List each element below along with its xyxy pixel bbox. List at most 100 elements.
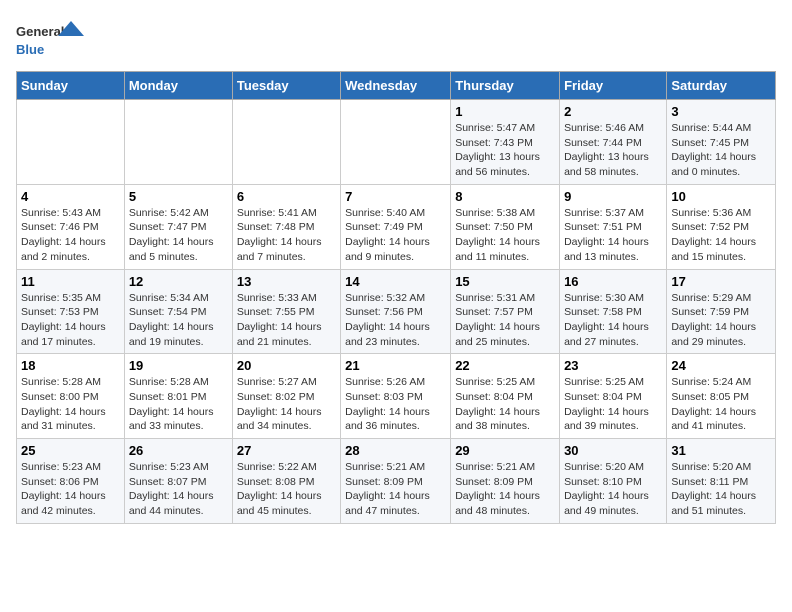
day-info: Sunrise: 5:43 AM Sunset: 7:46 PM Dayligh… bbox=[21, 206, 120, 265]
day-info: Sunrise: 5:20 AM Sunset: 8:10 PM Dayligh… bbox=[564, 460, 662, 519]
logo-svg: General Blue bbox=[16, 16, 86, 61]
day-header-tuesday: Tuesday bbox=[232, 72, 340, 100]
day-cell: 16 Sunrise: 5:30 AM Sunset: 7:58 PM Dayli… bbox=[560, 269, 667, 354]
header: General Blue bbox=[16, 16, 776, 61]
day-info: Sunrise: 5:23 AM Sunset: 8:07 PM Dayligh… bbox=[129, 460, 228, 519]
day-info: Sunrise: 5:32 AM Sunset: 7:56 PM Dayligh… bbox=[345, 291, 446, 350]
day-cell: 1 Sunrise: 5:47 AM Sunset: 7:43 PM Daylig… bbox=[451, 100, 560, 185]
day-number: 25 bbox=[21, 443, 120, 458]
day-number: 31 bbox=[671, 443, 771, 458]
day-info: Sunrise: 5:40 AM Sunset: 7:49 PM Dayligh… bbox=[345, 206, 446, 265]
day-info: Sunrise: 5:29 AM Sunset: 7:59 PM Dayligh… bbox=[671, 291, 771, 350]
week-row-4: 18Sunrise: 5:28 AM Sunset: 8:00 PM Dayli… bbox=[17, 354, 776, 439]
day-info: Sunrise: 5:20 AM Sunset: 8:11 PM Dayligh… bbox=[671, 460, 771, 519]
day-info: Sunrise: 5:22 AM Sunset: 8:08 PM Dayligh… bbox=[237, 460, 336, 519]
day-cell: 2 Sunrise: 5:46 AM Sunset: 7:44 PM Daylig… bbox=[560, 100, 667, 185]
calendar-table: SundayMondayTuesdayWednesdayThursdayFrid… bbox=[16, 71, 776, 524]
logo: General Blue bbox=[16, 16, 86, 61]
svg-text:Blue: Blue bbox=[16, 42, 44, 57]
day-cell: 5 Sunrise: 5:42 AM Sunset: 7:47 PM Daylig… bbox=[124, 184, 232, 269]
day-info: Sunrise: 5:31 AM Sunset: 7:57 PM Dayligh… bbox=[455, 291, 555, 350]
day-number: 1 bbox=[455, 104, 555, 119]
day-cell: 27Sunrise: 5:22 AM Sunset: 8:08 PM Dayli… bbox=[232, 439, 340, 524]
day-cell: 9Sunrise: 5:37 AM Sunset: 7:51 PM Daylig… bbox=[560, 184, 667, 269]
day-info: Sunrise: 5:37 AM Sunset: 7:51 PM Dayligh… bbox=[564, 206, 662, 265]
day-cell: 25 Sunrise: 5:23 AM Sunset: 8:06 PM Dayli… bbox=[17, 439, 125, 524]
day-info: Sunrise: 5:33 AM Sunset: 7:55 PM Dayligh… bbox=[237, 291, 336, 350]
day-info: Sunrise: 5:25 AM Sunset: 8:04 PM Dayligh… bbox=[564, 375, 662, 434]
day-number: 6 bbox=[237, 189, 336, 204]
day-info: Sunrise: 5:25 AM Sunset: 8:04 PM Dayligh… bbox=[455, 375, 555, 434]
day-info: Sunrise: 5:21 AM Sunset: 8:09 PM Dayligh… bbox=[345, 460, 446, 519]
day-number: 13 bbox=[237, 274, 336, 289]
day-number: 24 bbox=[671, 358, 771, 373]
day-number: 22 bbox=[455, 358, 555, 373]
day-header-monday: Monday bbox=[124, 72, 232, 100]
day-number: 4 bbox=[21, 189, 120, 204]
day-info: Sunrise: 5:23 AM Sunset: 8:06 PM Dayligh… bbox=[21, 460, 120, 519]
day-number: 2 bbox=[564, 104, 662, 119]
day-cell: 29Sunrise: 5:21 AM Sunset: 8:09 PM Dayli… bbox=[451, 439, 560, 524]
day-cell: 20 Sunrise: 5:27 AM Sunset: 8:02 PM Dayli… bbox=[232, 354, 340, 439]
day-number: 30 bbox=[564, 443, 662, 458]
day-cell: 18Sunrise: 5:28 AM Sunset: 8:00 PM Dayli… bbox=[17, 354, 125, 439]
day-cell: 26 Sunrise: 5:23 AM Sunset: 8:07 PM Dayli… bbox=[124, 439, 232, 524]
day-info: Sunrise: 5:34 AM Sunset: 7:54 PM Dayligh… bbox=[129, 291, 228, 350]
day-cell: 30 Sunrise: 5:20 AM Sunset: 8:10 PM Dayli… bbox=[560, 439, 667, 524]
day-info: Sunrise: 5:28 AM Sunset: 8:01 PM Dayligh… bbox=[129, 375, 228, 434]
day-info: Sunrise: 5:44 AM Sunset: 7:45 PM Dayligh… bbox=[671, 121, 771, 180]
day-number: 26 bbox=[129, 443, 228, 458]
day-number: 5 bbox=[129, 189, 228, 204]
day-cell: 24 Sunrise: 5:24 AM Sunset: 8:05 PM Dayli… bbox=[667, 354, 776, 439]
day-info: Sunrise: 5:41 AM Sunset: 7:48 PM Dayligh… bbox=[237, 206, 336, 265]
day-header-thursday: Thursday bbox=[451, 72, 560, 100]
day-number: 10 bbox=[671, 189, 771, 204]
day-cell bbox=[232, 100, 340, 185]
day-info: Sunrise: 5:35 AM Sunset: 7:53 PM Dayligh… bbox=[21, 291, 120, 350]
day-number: 20 bbox=[237, 358, 336, 373]
day-cell: 7 Sunrise: 5:40 AM Sunset: 7:49 PM Daylig… bbox=[341, 184, 451, 269]
week-row-5: 25 Sunrise: 5:23 AM Sunset: 8:06 PM Dayli… bbox=[17, 439, 776, 524]
day-header-saturday: Saturday bbox=[667, 72, 776, 100]
day-cell: 10 Sunrise: 5:36 AM Sunset: 7:52 PM Dayli… bbox=[667, 184, 776, 269]
day-cell: 4 Sunrise: 5:43 AM Sunset: 7:46 PM Daylig… bbox=[17, 184, 125, 269]
day-cell: 14Sunrise: 5:32 AM Sunset: 7:56 PM Dayli… bbox=[341, 269, 451, 354]
day-info: Sunrise: 5:24 AM Sunset: 8:05 PM Dayligh… bbox=[671, 375, 771, 434]
day-header-friday: Friday bbox=[560, 72, 667, 100]
week-row-1: 1 Sunrise: 5:47 AM Sunset: 7:43 PM Daylig… bbox=[17, 100, 776, 185]
day-cell: 8Sunrise: 5:38 AM Sunset: 7:50 PM Daylig… bbox=[451, 184, 560, 269]
day-number: 3 bbox=[671, 104, 771, 119]
day-info: Sunrise: 5:38 AM Sunset: 7:50 PM Dayligh… bbox=[455, 206, 555, 265]
day-number: 11 bbox=[21, 274, 120, 289]
day-number: 15 bbox=[455, 274, 555, 289]
day-cell: 3 Sunrise: 5:44 AM Sunset: 7:45 PM Daylig… bbox=[667, 100, 776, 185]
day-cell: 21Sunrise: 5:26 AM Sunset: 8:03 PM Dayli… bbox=[341, 354, 451, 439]
day-info: Sunrise: 5:21 AM Sunset: 8:09 PM Dayligh… bbox=[455, 460, 555, 519]
days-header-row: SundayMondayTuesdayWednesdayThursdayFrid… bbox=[17, 72, 776, 100]
day-info: Sunrise: 5:36 AM Sunset: 7:52 PM Dayligh… bbox=[671, 206, 771, 265]
day-cell: 19 Sunrise: 5:28 AM Sunset: 8:01 PM Dayli… bbox=[124, 354, 232, 439]
day-number: 7 bbox=[345, 189, 446, 204]
day-cell bbox=[124, 100, 232, 185]
day-info: Sunrise: 5:30 AM Sunset: 7:58 PM Dayligh… bbox=[564, 291, 662, 350]
day-cell: 12 Sunrise: 5:34 AM Sunset: 7:54 PM Dayli… bbox=[124, 269, 232, 354]
day-number: 12 bbox=[129, 274, 228, 289]
day-cell bbox=[341, 100, 451, 185]
day-info: Sunrise: 5:47 AM Sunset: 7:43 PM Dayligh… bbox=[455, 121, 555, 180]
day-info: Sunrise: 5:42 AM Sunset: 7:47 PM Dayligh… bbox=[129, 206, 228, 265]
week-row-3: 11 Sunrise: 5:35 AM Sunset: 7:53 PM Dayli… bbox=[17, 269, 776, 354]
svg-text:General: General bbox=[16, 24, 64, 39]
day-info: Sunrise: 5:27 AM Sunset: 8:02 PM Dayligh… bbox=[237, 375, 336, 434]
day-cell: 17Sunrise: 5:29 AM Sunset: 7:59 PM Dayli… bbox=[667, 269, 776, 354]
day-header-sunday: Sunday bbox=[17, 72, 125, 100]
week-row-2: 4 Sunrise: 5:43 AM Sunset: 7:46 PM Daylig… bbox=[17, 184, 776, 269]
day-number: 19 bbox=[129, 358, 228, 373]
day-number: 28 bbox=[345, 443, 446, 458]
day-cell: 23 Sunrise: 5:25 AM Sunset: 8:04 PM Dayli… bbox=[560, 354, 667, 439]
day-cell: 13 Sunrise: 5:33 AM Sunset: 7:55 PM Dayli… bbox=[232, 269, 340, 354]
day-cell: 6 Sunrise: 5:41 AM Sunset: 7:48 PM Daylig… bbox=[232, 184, 340, 269]
day-info: Sunrise: 5:26 AM Sunset: 8:03 PM Dayligh… bbox=[345, 375, 446, 434]
day-info: Sunrise: 5:46 AM Sunset: 7:44 PM Dayligh… bbox=[564, 121, 662, 180]
day-number: 16 bbox=[564, 274, 662, 289]
day-number: 23 bbox=[564, 358, 662, 373]
